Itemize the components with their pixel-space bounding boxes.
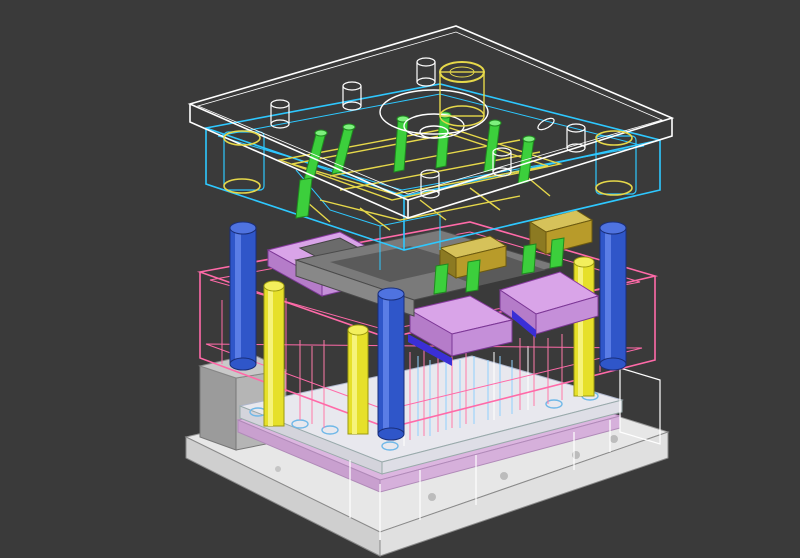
guide-pillar <box>229 221 257 371</box>
cad-3d-viewport[interactable] <box>0 0 800 558</box>
mold-assembly-drawing <box>184 25 675 557</box>
guide-pillar <box>377 287 405 441</box>
guide-pillar <box>599 221 627 371</box>
support-pillar <box>347 324 369 435</box>
support-pillar <box>263 280 285 427</box>
support-pillar <box>573 256 595 397</box>
